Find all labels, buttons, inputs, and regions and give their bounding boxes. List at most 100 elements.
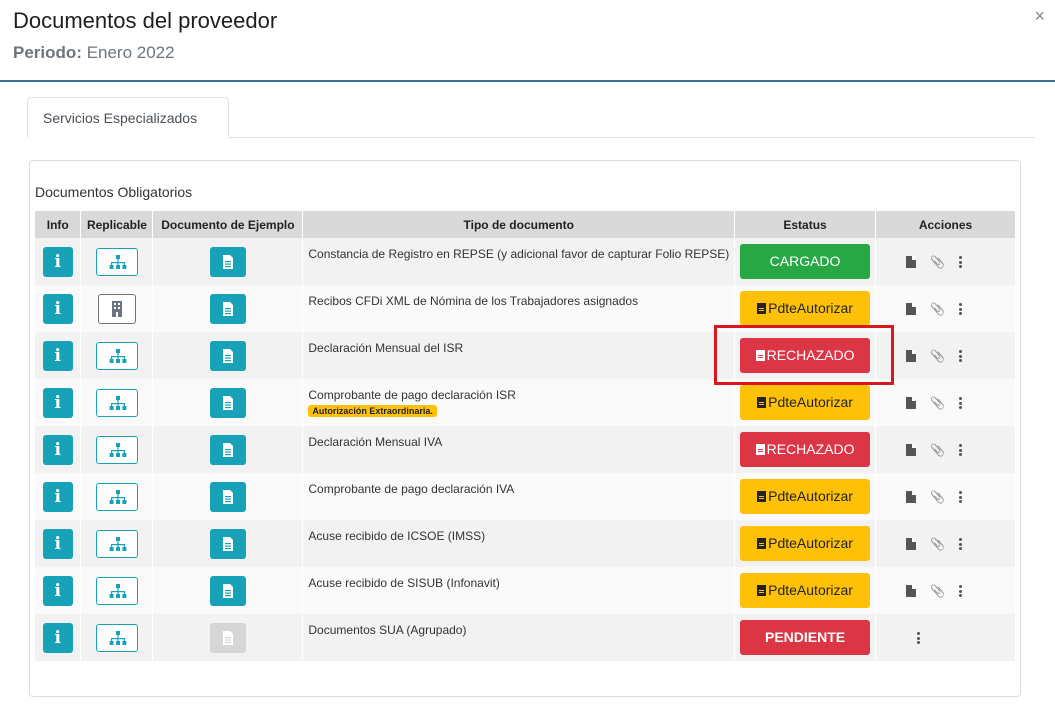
status-cell: RECHAZADO <box>734 426 877 473</box>
replicable-button[interactable] <box>95 341 138 370</box>
view-file-icon[interactable] <box>906 303 917 316</box>
table-row: i Constancia de Registro en REPSE (y adic… <box>35 238 1016 285</box>
close-icon[interactable]: × <box>1034 6 1045 27</box>
actions-cell: 📎 <box>875 520 1016 567</box>
more-options-icon[interactable] <box>959 538 962 551</box>
replicable-cell <box>80 332 154 379</box>
more-options-icon[interactable] <box>959 256 962 269</box>
column-header-tipo-documento: Tipo de documento <box>302 211 736 238</box>
status-cell: PdteAutorizar <box>734 473 877 520</box>
replicable-button[interactable] <box>95 529 138 558</box>
document-type-label: Comprobante de pago declaración ISR <box>308 388 516 402</box>
replicable-button[interactable] <box>95 576 138 605</box>
status-label: PENDIENTE <box>764 629 846 645</box>
view-file-icon[interactable] <box>906 538 917 551</box>
replicable-button[interactable] <box>95 435 138 464</box>
more-options-icon[interactable] <box>959 444 962 457</box>
status-button[interactable]: CARGADO <box>740 244 871 279</box>
sitemap-icon <box>109 395 127 410</box>
info-button[interactable]: i <box>42 575 73 606</box>
example-document-button[interactable] <box>209 528 246 559</box>
table-row: i Comprobante de pago declaración ISR Auto… <box>35 379 1016 426</box>
status-button[interactable]: RECHAZADO <box>740 432 871 467</box>
info-button[interactable]: i <box>42 434 73 465</box>
info-cell: i <box>35 426 82 473</box>
document-type-label: Declaración Mensual IVA <box>308 435 443 449</box>
table-body: i Constancia de Registro en REPSE (y adic… <box>35 238 1016 661</box>
info-button[interactable]: i <box>42 528 73 559</box>
more-options-icon[interactable] <box>959 397 962 410</box>
attach-paperclip-icon[interactable]: 📎 <box>930 491 945 503</box>
file-text-icon <box>222 489 233 504</box>
tab-servicios-especializados[interactable]: Servicios Especializados <box>27 97 229 138</box>
period-label: Periodo: <box>13 43 82 62</box>
replicable-button[interactable] <box>97 293 136 324</box>
attach-paperclip-icon[interactable]: 📎 <box>930 444 945 456</box>
table-row: i Acuse recibido de ICSOE (IMSS) PdteAutor… <box>35 520 1016 567</box>
attach-paperclip-icon[interactable]: 📎 <box>930 350 945 362</box>
example-document-cell <box>152 614 304 661</box>
attach-paperclip-icon[interactable]: 📎 <box>930 585 945 597</box>
more-options-icon[interactable] <box>959 585 962 598</box>
status-button[interactable]: PdteAutorizar <box>740 385 871 420</box>
replicable-cell <box>80 473 154 520</box>
tab-bar: Servicios Especializados <box>27 97 1035 138</box>
attach-paperclip-icon[interactable]: 📎 <box>930 303 945 315</box>
status-button[interactable]: PENDIENTE <box>740 620 871 655</box>
document-type-cell: Declaración Mensual IVA <box>302 426 736 473</box>
status-button[interactable]: PdteAutorizar <box>740 526 871 561</box>
info-button[interactable]: i <box>42 622 73 653</box>
actions-cell: 📎 <box>875 379 1016 426</box>
example-document-button[interactable] <box>209 434 246 465</box>
example-document-button[interactable] <box>209 481 246 512</box>
status-cell: CARGADO <box>734 238 877 285</box>
info-button[interactable]: i <box>42 246 73 277</box>
file-icon <box>757 303 767 314</box>
attach-paperclip-icon[interactable]: 📎 <box>930 538 945 550</box>
info-cell: i <box>35 473 82 520</box>
document-type-label: Acuse recibido de ICSOE (IMSS) <box>308 529 486 543</box>
info-cell: i <box>35 238 82 285</box>
example-document-button[interactable] <box>209 575 246 606</box>
replicable-button[interactable] <box>95 388 138 417</box>
more-options-icon[interactable] <box>959 350 962 363</box>
status-button[interactable]: PdteAutorizar <box>740 573 871 608</box>
example-document-button[interactable] <box>209 293 246 324</box>
more-options-icon[interactable] <box>959 491 962 504</box>
attach-paperclip-icon[interactable]: 📎 <box>930 397 945 409</box>
replicable-cell <box>80 379 154 426</box>
example-document-cell <box>152 520 304 567</box>
example-document-button[interactable] <box>209 387 246 418</box>
info-button[interactable]: i <box>42 387 73 418</box>
view-file-icon[interactable] <box>906 397 917 410</box>
sitemap-icon <box>109 489 127 504</box>
more-options-icon[interactable] <box>917 632 921 645</box>
example-document-button[interactable] <box>209 340 246 371</box>
status-button[interactable]: PdteAutorizar <box>740 291 871 326</box>
replicable-button[interactable] <box>95 623 138 652</box>
view-file-icon[interactable] <box>906 256 917 269</box>
attach-paperclip-icon[interactable]: 📎 <box>930 256 945 268</box>
replicable-cell <box>80 520 154 567</box>
card-title: Documentos Obligatorios <box>35 184 193 200</box>
view-file-icon[interactable] <box>906 491 917 504</box>
view-file-icon[interactable] <box>906 585 917 598</box>
building-icon <box>111 300 122 317</box>
replicable-button[interactable] <box>95 482 138 511</box>
info-button[interactable]: i <box>42 481 73 512</box>
modal-title: Documentos del proveedor <box>13 8 278 33</box>
documents-card: Documentos Obligatorios Info Replicable … <box>29 160 1021 697</box>
info-button[interactable]: i <box>42 293 73 324</box>
replicable-button[interactable] <box>95 247 138 276</box>
file-text-icon <box>222 395 233 410</box>
view-file-icon[interactable] <box>906 350 917 363</box>
file-text-icon <box>222 301 233 316</box>
document-type-label: Documentos SUA (Agrupado) <box>308 623 467 637</box>
info-button[interactable]: i <box>42 340 73 371</box>
status-button[interactable]: PdteAutorizar <box>740 479 871 514</box>
view-file-icon[interactable] <box>906 444 917 457</box>
more-options-icon[interactable] <box>959 303 962 316</box>
example-document-button[interactable] <box>209 246 246 277</box>
actions-cell: 📎 <box>875 473 1016 520</box>
document-type-cell: Declaración Mensual del ISR <box>302 332 736 379</box>
